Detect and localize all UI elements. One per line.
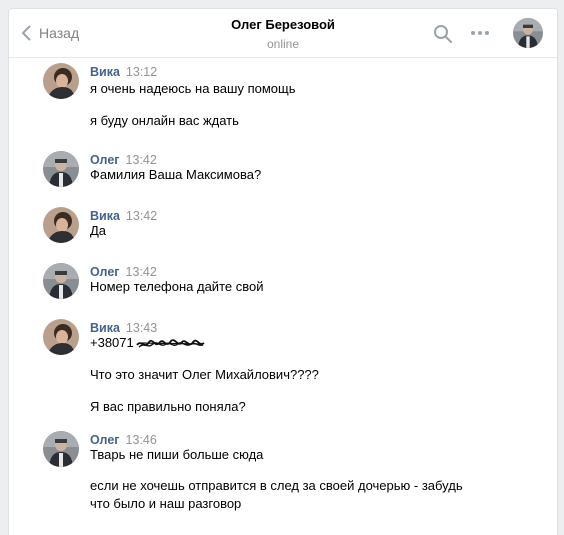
message-time: 13:42 <box>125 209 158 223</box>
chat-panel: Назад Олег Березовой online Вика 13:12 я… <box>8 8 558 535</box>
message-text: что было и наш разговор <box>90 496 242 511</box>
more-horizontal-icon <box>471 31 489 35</box>
more-button[interactable] <box>470 26 490 45</box>
avatar-oleg[interactable] <box>43 151 79 187</box>
message-text: Номер телефона дайте свой <box>90 279 264 294</box>
author-name[interactable]: Олег <box>90 433 120 447</box>
avatar-vika[interactable] <box>43 207 79 243</box>
avatar-vika[interactable] <box>43 319 79 355</box>
redaction-scribble <box>136 338 205 348</box>
header-avatar[interactable] <box>513 18 543 48</box>
message-text: Фамилия Ваша Максимова? <box>90 167 262 182</box>
author-name[interactable]: Олег <box>90 153 120 167</box>
message-text: Тварь не пиши больше сюда <box>90 447 264 462</box>
author-name[interactable]: Вика <box>90 321 120 335</box>
message-text: Да <box>90 223 107 238</box>
author-name[interactable]: Олег <box>90 265 120 279</box>
message-time: 13:46 <box>125 433 157 447</box>
message-time: 13:12 <box>125 65 158 79</box>
search-icon <box>434 25 452 43</box>
search-button[interactable] <box>433 24 453 49</box>
phone-number: +38071 <box>90 335 134 350</box>
message-text: Что это значит Олег Михайлович???? <box>90 367 319 382</box>
message-time: 13:43 <box>125 321 158 335</box>
message-text: если не хочешь отправится в след за свое… <box>90 478 463 493</box>
message-text: я буду онлайн вас ждать <box>90 113 239 128</box>
message-text: Я вас правильно поняла? <box>90 399 246 414</box>
message-meta: Вика 13:12 <box>90 65 157 80</box>
avatar-oleg[interactable] <box>43 263 79 299</box>
message-time: 13:42 <box>125 153 157 167</box>
message-text: я очень надеюсь на вашу помощь <box>90 81 296 96</box>
message-time: 13:42 <box>125 265 157 279</box>
chat-header: Назад Олег Березовой online <box>9 9 557 58</box>
message-text: +38071 <box>90 334 207 352</box>
avatar-vika[interactable] <box>43 63 79 99</box>
author-name[interactable]: Вика <box>90 209 120 223</box>
author-name[interactable]: Вика <box>90 65 120 79</box>
avatar-oleg[interactable] <box>43 431 79 467</box>
